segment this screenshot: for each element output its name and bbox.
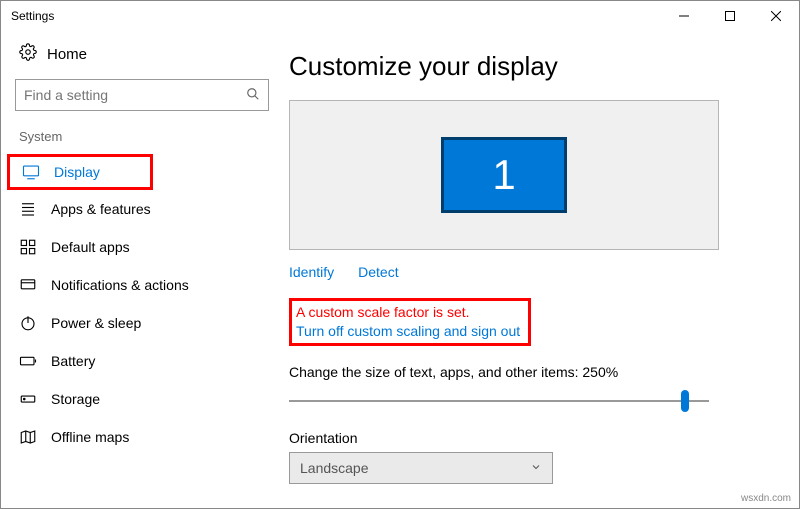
slider-track [289,400,709,402]
storage-icon [19,390,37,408]
monitor-1[interactable]: 1 [441,137,567,213]
battery-icon [19,352,37,370]
gear-icon [19,43,37,65]
power-icon [19,314,37,332]
scaling-warning-box: A custom scale factor is set. Turn off c… [289,298,531,346]
notifications-icon [19,276,37,294]
slider-thumb[interactable] [681,390,689,412]
display-icon [22,163,40,181]
sidebar-item-default-apps[interactable]: Default apps [1,228,283,266]
monitor-number: 1 [492,151,515,199]
watermark: wsxdn.com [741,493,791,504]
sidebar-item-label: Apps & features [51,201,151,217]
apps-icon [19,200,37,218]
sidebar-item-label: Battery [51,353,95,369]
sidebar-item-offline-maps[interactable]: Offline maps [1,418,283,456]
home-label: Home [47,46,87,63]
page-title: Customize your display [289,51,781,82]
sidebar-item-label: Storage [51,391,100,407]
search-icon [246,87,260,104]
sidebar-item-notifications[interactable]: Notifications & actions [1,266,283,304]
window-title: Settings [11,9,54,23]
minimize-button[interactable] [661,1,707,31]
scale-label: Change the size of text, apps, and other… [289,364,781,380]
scaling-warning-text: A custom scale factor is set. [296,303,520,322]
section-label: System [1,129,283,154]
detect-link[interactable]: Detect [358,264,398,280]
sidebar-item-label: Power & sleep [51,315,141,331]
identify-link[interactable]: Identify [289,264,334,280]
default-apps-icon [19,238,37,256]
sidebar-item-label: Notifications & actions [51,277,189,293]
monitor-preview[interactable]: 1 [289,100,719,250]
main-panel: Customize your display 1 Identify Detect… [283,31,799,508]
sidebar-item-display[interactable]: Display [7,154,153,190]
sidebar-item-battery[interactable]: Battery [1,342,283,380]
sidebar-item-power-sleep[interactable]: Power & sleep [1,304,283,342]
scale-slider[interactable] [289,388,709,414]
home-nav[interactable]: Home [1,39,283,79]
orientation-value: Landscape [300,460,369,476]
maximize-button[interactable] [707,1,753,31]
orientation-select[interactable]: Landscape [289,452,553,484]
orientation-label: Orientation [289,430,781,446]
turn-off-scaling-link[interactable]: Turn off custom scaling and sign out [296,322,520,341]
sidebar-item-apps-features[interactable]: Apps & features [1,190,283,228]
close-button[interactable] [753,1,799,31]
sidebar-item-label: Offline maps [51,429,129,445]
sidebar: Home System Display Apps & features Defa… [1,31,283,508]
maps-icon [19,428,37,446]
chevron-down-icon [530,460,542,476]
search-field[interactable] [24,87,246,103]
sidebar-item-label: Display [54,164,100,180]
sidebar-item-label: Default apps [51,239,130,255]
search-input[interactable] [15,79,269,111]
sidebar-item-storage[interactable]: Storage [1,380,283,418]
